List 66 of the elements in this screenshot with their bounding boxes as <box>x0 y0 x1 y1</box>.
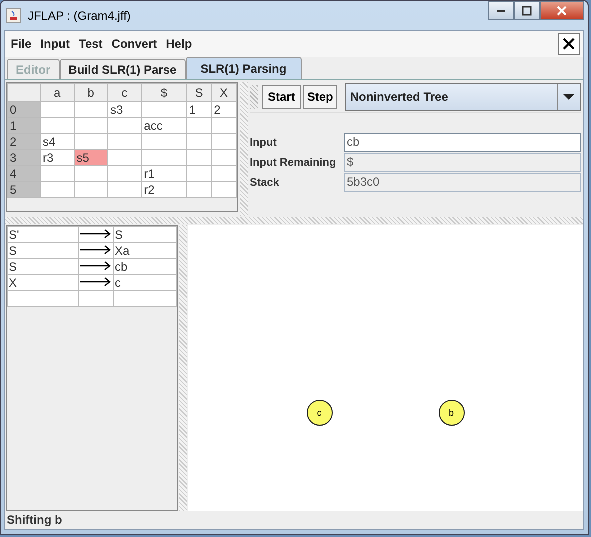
arrow-icon <box>80 228 112 238</box>
close-icon <box>556 6 568 16</box>
arrow-icon <box>80 276 112 286</box>
table-cell: c <box>114 274 176 290</box>
row-header: 1 <box>8 118 40 134</box>
table-cell: cb <box>114 258 176 274</box>
column-header: c <box>108 84 142 102</box>
tree-node: c <box>306 400 332 426</box>
menu-item[interactable]: File <box>8 37 38 51</box>
menu-item[interactable]: Help <box>163 37 198 51</box>
maximize-button[interactable] <box>514 1 540 20</box>
column-header: a <box>40 84 74 102</box>
caret-icon <box>563 93 575 101</box>
table-cell: 1 <box>186 102 212 118</box>
window-title: JFLAP : (Gram4.jff) <box>28 8 132 22</box>
menu-item[interactable]: Input <box>38 37 76 51</box>
table-cell: Xa <box>114 242 176 258</box>
toolbar-grip[interactable] <box>250 85 258 109</box>
minimize-icon <box>497 10 505 12</box>
table-cell: s5 <box>74 150 108 166</box>
table-cell: S' <box>8 226 78 242</box>
row-header: 2 <box>8 134 40 150</box>
start-button[interactable]: Start <box>262 85 302 109</box>
step-button[interactable]: Step <box>303 85 338 109</box>
status-text: Shifting b <box>6 512 64 529</box>
table-cell: S <box>8 258 78 274</box>
table-cell: s3 <box>108 102 142 118</box>
table-cell: S <box>8 242 78 258</box>
input-field[interactable]: cb <box>344 133 581 152</box>
split-handle[interactable] <box>5 217 583 224</box>
arrow-icon <box>80 260 112 270</box>
table-cell: 2 <box>212 102 236 118</box>
menu-item[interactable]: Convert <box>108 37 164 51</box>
tree-node: b <box>438 400 464 426</box>
tab[interactable]: SLR(1) Parsing <box>186 57 302 79</box>
table-cell: S <box>114 226 176 242</box>
close-tab-button[interactable] <box>558 33 580 55</box>
menu-item[interactable]: Test <box>76 37 109 51</box>
table-cell: s4 <box>40 134 74 150</box>
split-handle[interactable] <box>240 82 248 216</box>
maximize-icon <box>521 6 533 16</box>
split-handle[interactable] <box>179 225 187 511</box>
tab[interactable]: Build SLR(1) Parse <box>60 59 186 79</box>
table-cell: r2 <box>142 182 187 198</box>
field-label: Input Remaining <box>250 156 338 168</box>
row-header: 4 <box>8 166 40 182</box>
row-header: 0 <box>8 102 40 118</box>
row-header: 5 <box>8 182 40 198</box>
arrow-icon <box>80 244 112 254</box>
column-header: X <box>212 84 236 102</box>
column-header: S <box>186 84 212 102</box>
row-header: 3 <box>8 150 40 166</box>
close-icon <box>562 37 576 51</box>
table-cell: r1 <box>142 166 187 182</box>
column-header: $ <box>142 84 187 102</box>
table-cell: acc <box>142 118 187 134</box>
field-label: Stack <box>250 176 280 188</box>
minimize-button[interactable] <box>488 1 514 20</box>
table-cell: X <box>8 274 78 290</box>
input-field: 5b3c0 <box>344 173 581 192</box>
close-button[interactable] <box>540 1 584 20</box>
input-field: $ <box>344 153 581 172</box>
table-cell: r3 <box>40 150 74 166</box>
field-label: Input <box>250 136 278 148</box>
view-dropdown[interactable]: Noninverted Tree <box>345 83 581 111</box>
column-header: b <box>74 84 108 102</box>
